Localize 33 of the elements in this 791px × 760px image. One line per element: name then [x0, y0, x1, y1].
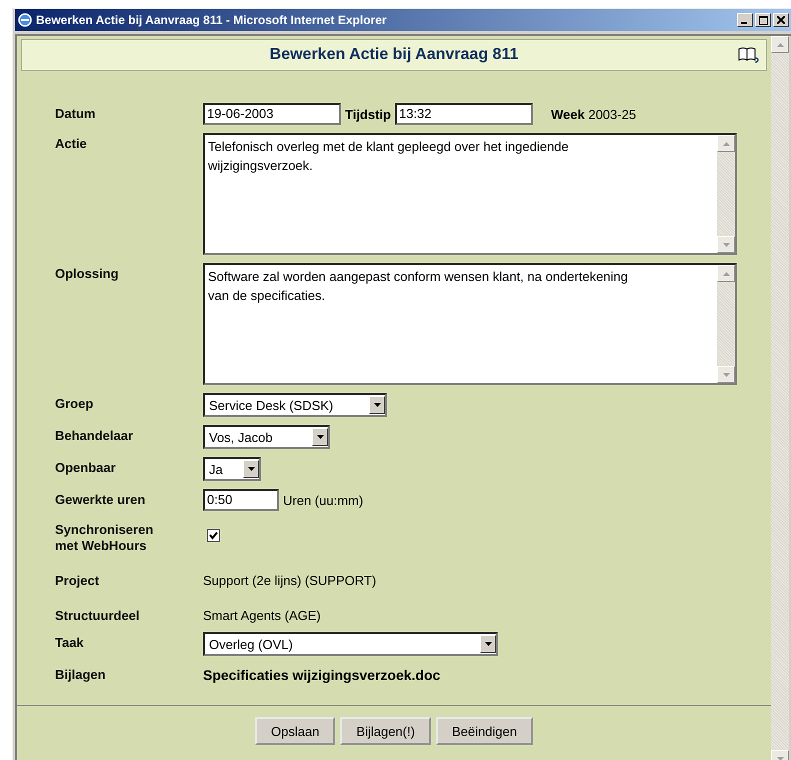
- unit-label: Uren (uu:mm): [283, 492, 364, 508]
- week-value: 2003-25: [588, 106, 636, 122]
- form-button[interactable]: Bijlagen(!): [340, 717, 431, 745]
- field-value: Smart Agents (AGE): [203, 608, 321, 623]
- field-label: Behandelaar: [55, 427, 134, 444]
- dropdown-field[interactable]: Ja: [203, 457, 261, 481]
- field-label: Project: [55, 572, 100, 589]
- field-label: Datum: [55, 105, 96, 122]
- form-button[interactable]: Opslaan: [254, 717, 336, 745]
- hours-field[interactable]: 0:50: [203, 489, 279, 511]
- field-label: Structuurdeel: [55, 607, 141, 624]
- form-button[interactable]: Beëindigen: [436, 717, 533, 745]
- field-label: Gewerkte uren: [55, 491, 146, 508]
- field-value: Support (2e lijns) (SUPPORT): [203, 573, 376, 588]
- field-label: Actie: [55, 135, 88, 152]
- dropdown-field[interactable]: Service Desk (SDSK): [203, 393, 387, 417]
- page-title: Bewerken Actie bij Aanvraag 811: [270, 46, 518, 64]
- text-area[interactable]: Telefonisch overleg met de klant gepleegd over het ingediende wijzigingsverzoek.: [203, 133, 737, 255]
- field-label: Bijlagen: [55, 666, 107, 683]
- dropdown-field[interactable]: Vos, Jacob: [203, 425, 330, 449]
- text-area[interactable]: Software zal worden aangepast conform wensen klant, na ondertekening van de specificaties.: [203, 263, 737, 385]
- field-label: Groep: [55, 395, 94, 412]
- field-label: Oplossing: [55, 265, 120, 282]
- time-field[interactable]: 13:32: [394, 103, 533, 125]
- attachment-name[interactable]: Specificaties wijzigingsverzoek.doc: [203, 667, 440, 683]
- field-label: Openbaar: [55, 459, 117, 476]
- date-field[interactable]: 19-06-2003: [203, 103, 341, 125]
- dropdown-field[interactable]: Overleg (OVL): [203, 632, 498, 656]
- field-label: Tijdstip: [345, 106, 391, 122]
- field-label: Taak: [55, 634, 85, 651]
- field-label: Week: [550, 106, 585, 122]
- field-label: Synchroniseren met WebHours: [55, 521, 154, 554]
- window-title: Bewerken Actie bij Aanvraag 811 - Microsoft Internet Explorer: [36, 13, 388, 27]
